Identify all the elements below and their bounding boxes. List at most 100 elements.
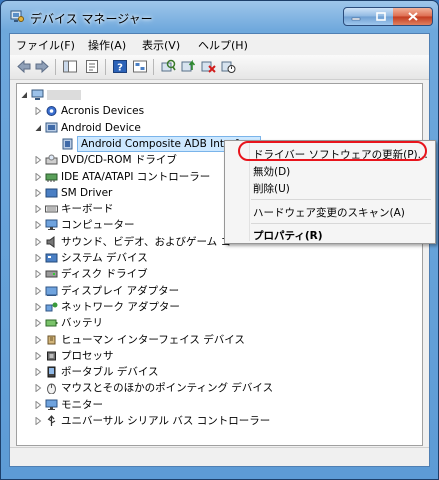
show-hide-tree-icon[interactable] [62, 59, 78, 74]
tree-item-label: Android Device [61, 122, 141, 134]
acronis-icon [46, 106, 57, 116]
close-button[interactable] [393, 7, 433, 26]
tree-item-label: IDE ATA/ATAPI コントローラー [61, 171, 211, 183]
tree-item-label: ヒューマン インターフェイス デバイス [61, 334, 245, 346]
collapsed-arrow-icon[interactable] [35, 287, 42, 295]
tree-item-acronis-devices[interactable]: Acronis Devices [35, 103, 415, 119]
disk-drive-icon [45, 270, 58, 278]
disable-device-icon[interactable] [220, 59, 236, 74]
tree-root[interactable] [21, 87, 401, 103]
battery-icon [45, 319, 58, 327]
processor-icon [47, 351, 56, 361]
collapsed-arrow-icon[interactable] [35, 156, 42, 164]
collapsed-arrow-icon[interactable] [35, 107, 42, 115]
tree-item-human-interface-devices[interactable]: ヒューマン インターフェイス デバイス [35, 332, 415, 348]
scan-hardware-icon[interactable] [160, 59, 176, 74]
device-tree[interactable]: Acronis Devices Android Device Android Com… [16, 83, 423, 446]
menu-item-scan-hardware[interactable]: ハードウェア変更のスキャン(A) [253, 205, 405, 220]
collapsed-arrow-icon[interactable] [35, 384, 42, 392]
tree-item-mice-pointing-devices[interactable]: マウスとそのほかのポインティング デバイス [35, 380, 415, 396]
collapsed-arrow-icon[interactable] [35, 189, 42, 197]
network-adapter-icon [45, 302, 58, 312]
context-menu-separator [251, 199, 431, 200]
minimize-button[interactable] [343, 7, 369, 26]
adb-interface-icon [62, 138, 73, 150]
collapsed-arrow-icon[interactable] [35, 401, 42, 409]
monitor-icon [45, 399, 58, 410]
update-driver-icon[interactable] [180, 59, 196, 74]
monitor-icon [45, 219, 58, 230]
tree-item-battery[interactable]: バッテリ [35, 315, 415, 331]
usb-controller-icon [47, 415, 56, 426]
tree-item-processors[interactable]: プロセッサ [35, 348, 415, 364]
collapsed-arrow-icon[interactable] [35, 417, 42, 425]
forward-arrow-icon[interactable] [34, 59, 50, 74]
computer-icon [31, 89, 44, 100]
hid-icon [47, 335, 56, 345]
menu-bar: ファイル(F) 操作(A) 表示(V) ヘルプ(H) [10, 34, 429, 54]
tree-item-portable-devices[interactable]: ポータブル デバイス [35, 364, 415, 380]
tree-item-label: マウスとそのほかのポインティング デバイス [61, 382, 274, 394]
tree-item-label: サウンド、ビデオ、およびゲーム コ [61, 236, 231, 248]
tree-item-label: コンピューター [61, 219, 135, 231]
menu-file[interactable]: ファイル(F) [16, 37, 75, 53]
help-icon[interactable]: ? [112, 59, 128, 74]
red-highlight-annotation [238, 141, 427, 161]
svg-text:?: ? [117, 63, 123, 74]
tree-item-network-adapters[interactable]: ネットワーク アダプター [35, 299, 415, 315]
tree-item-display-adapters[interactable]: ディスプレイ アダプター [35, 283, 415, 299]
menu-view[interactable]: 表示(V) [142, 37, 180, 53]
client-area: ファイル(F) 操作(A) 表示(V) ヘルプ(H) ? Acronis Dev… [9, 33, 430, 467]
collapsed-arrow-icon[interactable] [35, 173, 42, 181]
collapsed-arrow-icon[interactable] [35, 254, 42, 262]
tree-item-label: キーボード [61, 203, 114, 215]
collapsed-arrow-icon[interactable] [35, 238, 42, 246]
maximize-button[interactable] [368, 7, 394, 26]
mouse-icon [47, 383, 56, 394]
expanded-arrow-icon[interactable] [21, 91, 28, 99]
collapsed-arrow-icon[interactable] [35, 319, 42, 327]
device-view-icon[interactable] [132, 59, 148, 74]
tree-item-label: Acronis Devices [61, 105, 145, 117]
tree-item-label: バッテリ [61, 317, 103, 329]
collapsed-arrow-icon[interactable] [35, 303, 42, 311]
menu-action[interactable]: 操作(A) [88, 37, 126, 53]
tree-item-label: ユニバーサル シリアル バス コントローラー [61, 415, 271, 427]
collapsed-arrow-icon[interactable] [35, 336, 42, 344]
tree-item-label: ネットワーク アダプター [61, 301, 180, 313]
collapsed-arrow-icon[interactable] [35, 352, 42, 360]
title-bar[interactable]: デバイス マネージャー [1, 1, 438, 33]
tree-item-system-devices[interactable]: システム デバイス [35, 250, 415, 266]
toolbar: ? [10, 55, 429, 80]
collapsed-arrow-icon[interactable] [35, 205, 42, 213]
menu-help[interactable]: ヘルプ(H) [198, 37, 248, 53]
toolbar-separator [105, 59, 106, 75]
portable-device-icon [47, 366, 56, 378]
uninstall-device-icon[interactable] [200, 59, 216, 74]
properties-sheet-icon[interactable] [84, 59, 100, 74]
menu-item-properties[interactable]: プロパティ(R) [253, 228, 323, 243]
keyboard-icon [45, 205, 58, 213]
android-device-icon [45, 122, 58, 133]
tree-item-monitors[interactable]: モニター [35, 397, 415, 413]
device-manager-window: デバイス マネージャー ファイル(F) 操作(A) 表示(V) ヘルプ(H) ? [0, 0, 439, 480]
device-manager-icon [10, 10, 24, 22]
collapsed-arrow-icon[interactable] [35, 270, 42, 278]
display-adapter-icon [45, 286, 58, 296]
tree-item-disk-drives[interactable]: ディスク ドライブ [35, 266, 415, 282]
tree-item-label: モニター [61, 399, 103, 411]
tree-item-label: SM Driver [61, 187, 113, 199]
tree-item-android-device[interactable]: Android Device [35, 120, 415, 136]
collapsed-arrow-icon[interactable] [35, 368, 42, 376]
system-device-icon [45, 253, 58, 263]
tree-item-label [47, 90, 81, 100]
tree-item-usb-controllers[interactable]: ユニバーサル シリアル バス コントローラー [35, 413, 415, 429]
menu-item-disable[interactable]: 無効(D) [253, 164, 290, 179]
tree-item-label: DVD/CD-ROM ドライブ [61, 154, 177, 166]
menu-item-uninstall[interactable]: 削除(U) [253, 181, 290, 196]
collapsed-arrow-icon[interactable] [35, 221, 42, 229]
sm-driver-icon [45, 188, 58, 198]
expanded-arrow-icon[interactable] [35, 124, 42, 132]
tree-item-label: システム デバイス [61, 252, 148, 264]
back-arrow-icon[interactable] [16, 59, 32, 74]
